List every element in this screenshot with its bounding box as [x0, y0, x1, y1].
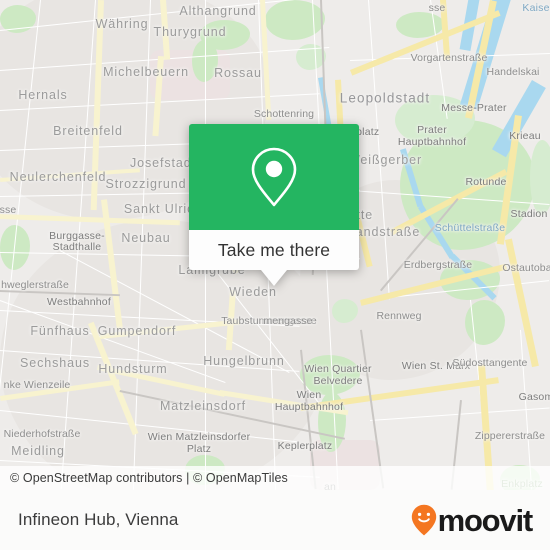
take-me-there-label: Take me there	[217, 239, 331, 260]
location-title: Infineon Hub, Vienna	[18, 510, 179, 529]
location-popup-card[interactable]: Take me there	[189, 124, 359, 286]
map-screen: Währing Althangrund Thurygrund Michelbeuern…	[0, 0, 550, 550]
take-me-there-button[interactable]: Take me there	[189, 230, 359, 270]
footer-bar: Infineon Hub, Vienna moovit	[0, 490, 550, 550]
attribution-text: © OpenStreetMap contributors | © OpenMap…	[10, 471, 288, 485]
moovit-pin-smiley-icon	[411, 504, 436, 536]
moovit-wordmark: moovit	[437, 502, 534, 538]
map-attribution-bar: © OpenStreetMap contributors | © OpenMap…	[0, 466, 550, 490]
popup-tail	[261, 270, 287, 286]
popup-header	[189, 124, 359, 230]
park-area	[265, 0, 325, 40]
map-pin-icon	[251, 147, 297, 207]
moovit-logo[interactable]: moovit	[411, 504, 550, 536]
